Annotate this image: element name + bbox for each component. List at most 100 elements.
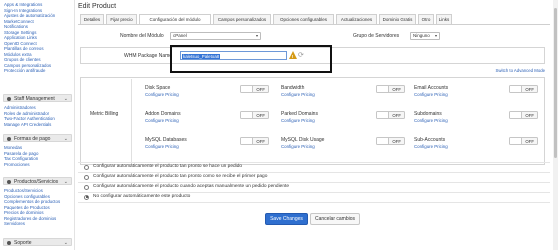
tab-detalles[interactable]: Detalles <box>80 14 104 24</box>
sidebar-link[interactable]: Pasarela de pago <box>4 151 38 156</box>
metric-toggle[interactable]: OFF <box>376 137 405 145</box>
sidebar-link[interactable]: Campos personalizados <box>4 63 51 68</box>
chevron-down-icon: ⌄ <box>63 178 68 185</box>
sidebar-link[interactable]: Grupos de clientes <box>4 57 41 62</box>
tab-campos-personalizados[interactable]: Campos personalizados <box>213 14 271 24</box>
sidebar-link[interactable]: Opciones configurables <box>4 194 50 199</box>
module-name-label: Nombre del Módulo <box>120 33 164 39</box>
toggle-state: OFF <box>256 86 265 92</box>
save-changes-button[interactable]: Save Changes <box>265 213 308 225</box>
tab-otro[interactable]: Otro <box>418 14 434 24</box>
server-group-select-value: Ninguno <box>413 33 430 38</box>
toggle-state: OFF <box>392 86 401 92</box>
admin-sidebar: Apps & Integrations Sign-In Integrations… <box>0 0 75 250</box>
sidebar-link[interactable]: Registradores de dominios <box>4 216 56 221</box>
configure-pricing-link[interactable]: Configure Pricing <box>281 118 315 123</box>
sidebar-link[interactable]: Roles de administrador <box>4 111 49 116</box>
credit-card-icon <box>7 136 11 141</box>
sidebar-link[interactable]: Sign-In Integrations <box>4 8 42 13</box>
tab-fijar-precio[interactable]: Fijar precio <box>106 14 137 24</box>
row-divider <box>78 202 550 203</box>
sidebar-section-staff[interactable]: Staff Management ⌄ <box>3 94 72 102</box>
metric-name: Disk Space <box>145 85 171 91</box>
metric-toggle[interactable]: OFF <box>240 111 269 119</box>
sidebar-link[interactable]: Monedas <box>4 145 22 150</box>
radio-button[interactable] <box>84 164 89 170</box>
switch-advanced-mode-link[interactable]: Switch to Advanced Mode <box>496 68 545 73</box>
tab-dominio-gratis[interactable]: Dominio Gratis <box>379 14 416 24</box>
metric-divider <box>131 79 132 163</box>
configure-pricing-link[interactable]: Configure Pricing <box>281 144 315 149</box>
metric-name: Sub-Accounts <box>414 137 446 143</box>
toggle-state: OFF <box>256 138 265 144</box>
configure-pricing-link[interactable]: Configure Pricing <box>414 92 448 97</box>
metric-name: Bandwidth <box>281 85 305 91</box>
metric-toggle[interactable]: OFF <box>240 85 269 93</box>
sidebar-link[interactable]: Manage API Credentials <box>4 122 51 127</box>
sidebar-link[interactable]: Servidores <box>4 221 25 226</box>
configure-pricing-link[interactable]: Configure Pricing <box>145 144 179 149</box>
sidebar-link[interactable]: MarketConnect <box>4 19 34 24</box>
support-icon <box>7 240 11 245</box>
sidebar-link[interactable]: Tax Configuration <box>4 156 38 161</box>
box-icon <box>7 179 11 184</box>
metric-name: MySQL Databases <box>145 137 187 143</box>
sidebar-link[interactable]: OpenID Connect <box>4 41 37 46</box>
sidebar-link[interactable]: Two-Factor Authentication <box>4 116 55 121</box>
sidebar-link[interactable]: Promociones <box>4 162 30 167</box>
radio-button[interactable] <box>84 184 89 190</box>
sidebar-section-title: Soporte <box>14 240 32 246</box>
tab-opciones-configurables[interactable]: Opciones configurables <box>273 14 334 24</box>
sidebar-link[interactable]: Administradores <box>4 105 36 110</box>
metric-toggle[interactable]: OFF <box>240 137 269 145</box>
whm-package-label: WHM Package Name <box>124 53 173 59</box>
tab-actualizaciones[interactable]: Actualizaciones <box>336 14 377 24</box>
toggle-state: OFF <box>525 138 534 144</box>
metric-name: Parked Domains <box>281 111 318 117</box>
sidebar-link[interactable]: Apps & Integrations <box>4 2 42 7</box>
sidebar-link[interactable]: Paquetes de Productos <box>4 205 50 210</box>
metric-toggle[interactable]: OFF <box>509 85 538 93</box>
metric-toggle[interactable]: OFF <box>509 111 538 119</box>
metric-billing-label: Metric Billing <box>90 111 119 117</box>
sidebar-link[interactable]: Storage Settings <box>4 30 36 35</box>
configure-pricing-link[interactable]: Configure Pricing <box>281 92 315 97</box>
sidebar-link[interactable]: Módulos extra <box>4 52 32 57</box>
tab-links[interactable]: Links <box>436 14 452 24</box>
metric-name: Email Accounts <box>414 85 449 91</box>
chevron-down-icon: ⌄ <box>63 135 68 142</box>
sidebar-link[interactable]: Protección antifraude <box>4 68 46 73</box>
sidebar-link[interactable]: Notifications <box>4 24 28 29</box>
sidebar-link[interactable]: Productos/Servicios <box>4 188 43 193</box>
row-divider <box>78 162 550 163</box>
configure-pricing-link[interactable]: Configure Pricing <box>414 144 448 149</box>
sidebar-link[interactable]: Ajustes de automatización <box>4 13 55 18</box>
metric-toggle[interactable]: OFF <box>509 137 538 145</box>
provision-option-label: Configurar automáticamente el producto c… <box>93 184 290 189</box>
radio-button-selected[interactable] <box>84 194 89 200</box>
metric-toggle[interactable]: OFF <box>376 85 405 93</box>
sidebar-link[interactable]: Application Links <box>4 35 37 40</box>
module-select[interactable]: cPanel ▾ <box>170 32 261 40</box>
sidebar-section-products[interactable]: Productos/Servicios ⌄ <box>3 177 72 185</box>
metric-name: Addon Domains <box>145 111 181 117</box>
configure-pricing-link[interactable]: Configure Pricing <box>414 118 448 123</box>
radio-button[interactable] <box>84 174 89 180</box>
configure-pricing-link[interactable]: Configure Pricing <box>145 118 179 123</box>
toggle-state: OFF <box>256 112 265 118</box>
chevron-down-icon: ▾ <box>255 33 258 38</box>
metric-toggle[interactable]: OFF <box>376 111 405 119</box>
row-divider <box>78 172 550 173</box>
server-group-select[interactable]: Ninguno ▾ <box>410 32 440 40</box>
sidebar-link[interactable]: Plantillas de correos <box>4 46 44 51</box>
sidebar-section-support[interactable]: Soporte ⌄ <box>3 238 72 246</box>
scrollbar-thumb[interactable] <box>554 8 557 158</box>
row-divider <box>78 192 550 193</box>
sidebar-link[interactable]: Precios de dominios <box>4 210 44 215</box>
sidebar-section-payments[interactable]: Formas de pago ⌄ <box>3 134 72 142</box>
configure-pricing-link[interactable]: Configure Pricing <box>145 92 179 97</box>
toggle-state: OFF <box>525 86 534 92</box>
tab-divider <box>78 24 550 25</box>
cancel-changes-button[interactable]: Cancelar cambios <box>310 213 360 225</box>
sidebar-link[interactable]: Complementos de productos <box>4 199 60 204</box>
